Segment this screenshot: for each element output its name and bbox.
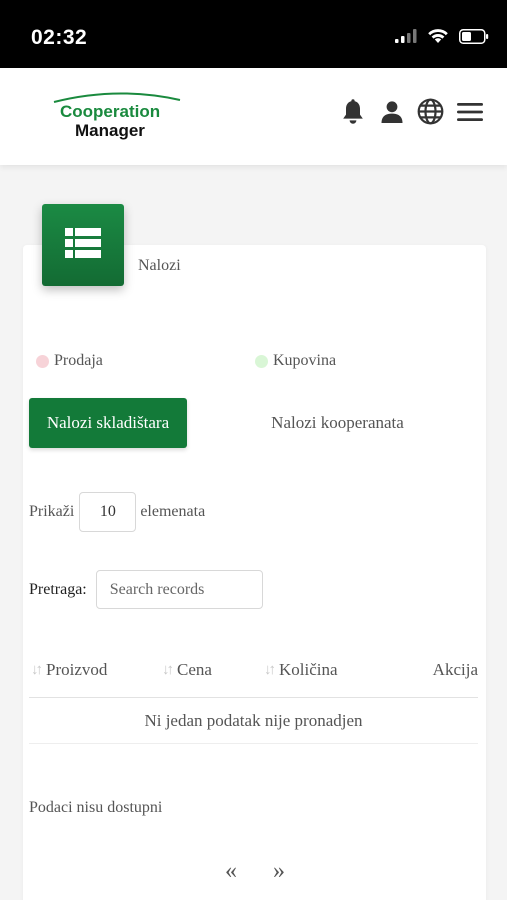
status-icons (395, 28, 489, 49)
bell-icon[interactable] (339, 98, 366, 125)
legend-prodaja: Prodaja (36, 352, 103, 370)
legend-prodaja-label: Prodaja (54, 352, 103, 369)
wifi-icon (427, 28, 449, 49)
entries-length-control: Prikaži 10 elemenata (29, 492, 205, 532)
status-bar: 02:32 (0, 0, 507, 68)
tab-nalozi-kooperanata[interactable]: Nalozi kooperanata (250, 398, 425, 448)
page-length-select[interactable]: 10 (79, 492, 137, 532)
sort-icon: ↓↑ (31, 661, 43, 678)
logo-text-cooperation: Cooperation (60, 102, 161, 121)
search-control: Pretraga: (29, 570, 263, 609)
tab-nalozi-skladistara[interactable]: Nalozi skladištara (29, 398, 187, 448)
card-title: Nalozi (138, 257, 181, 274)
column-header-proizvod[interactable]: ↓↑ Proizvod (31, 660, 107, 680)
pagination-previous-button[interactable]: « (221, 858, 241, 884)
logo-text-manager: Manager (75, 121, 145, 140)
user-icon[interactable] (378, 98, 405, 125)
column-label: Cena (177, 660, 212, 679)
table-info: Podaci nisu dostupni (29, 799, 163, 816)
pagination-next-button[interactable]: » (269, 858, 289, 884)
legend-kupovina: Kupovina (255, 352, 336, 370)
battery-icon (459, 28, 489, 49)
search-label: Pretraga: (29, 580, 87, 598)
length-suffix-label: elemenata (140, 503, 206, 520)
column-label: Akcija (432, 660, 478, 679)
kupovina-color-dot (255, 354, 268, 368)
search-input[interactable] (95, 570, 263, 609)
pagination: « » (221, 858, 289, 884)
length-prefix-label: Prikaži (29, 503, 75, 520)
sort-icon: ↓↑ (162, 661, 174, 678)
column-header-kolicina[interactable]: ↓↑ Količina (264, 660, 338, 680)
table-header: ↓↑ Proizvod ↓↑ Cena ↓↑ Količina Akcija (29, 648, 478, 698)
column-header-cena[interactable]: ↓↑ Cena (162, 660, 212, 680)
card-header-icon-box (42, 204, 124, 286)
prodaja-color-dot (36, 354, 49, 368)
legend-kupovina-label: Kupovina (273, 352, 337, 369)
cooperation-manager-logo[interactable]: Cooperation Manager (52, 90, 182, 145)
signal-icon (395, 29, 417, 48)
status-time: 02:32 (31, 26, 88, 49)
column-label: Količina (279, 660, 338, 679)
list-icon (65, 227, 101, 263)
globe-icon[interactable] (417, 98, 444, 125)
column-header-akcija: Akcija (433, 660, 478, 680)
app-header: Cooperation Manager (0, 68, 507, 165)
column-label: Proizvod (46, 660, 108, 679)
hamburger-menu-icon[interactable] (456, 98, 483, 125)
orders-table: ↓↑ Proizvod ↓↑ Cena ↓↑ Količina Akcija N… (29, 648, 478, 744)
header-actions (339, 98, 483, 125)
table-empty-row: Ni jedan podatak nije pronadjen (29, 698, 478, 744)
sort-icon: ↓↑ (264, 661, 276, 678)
